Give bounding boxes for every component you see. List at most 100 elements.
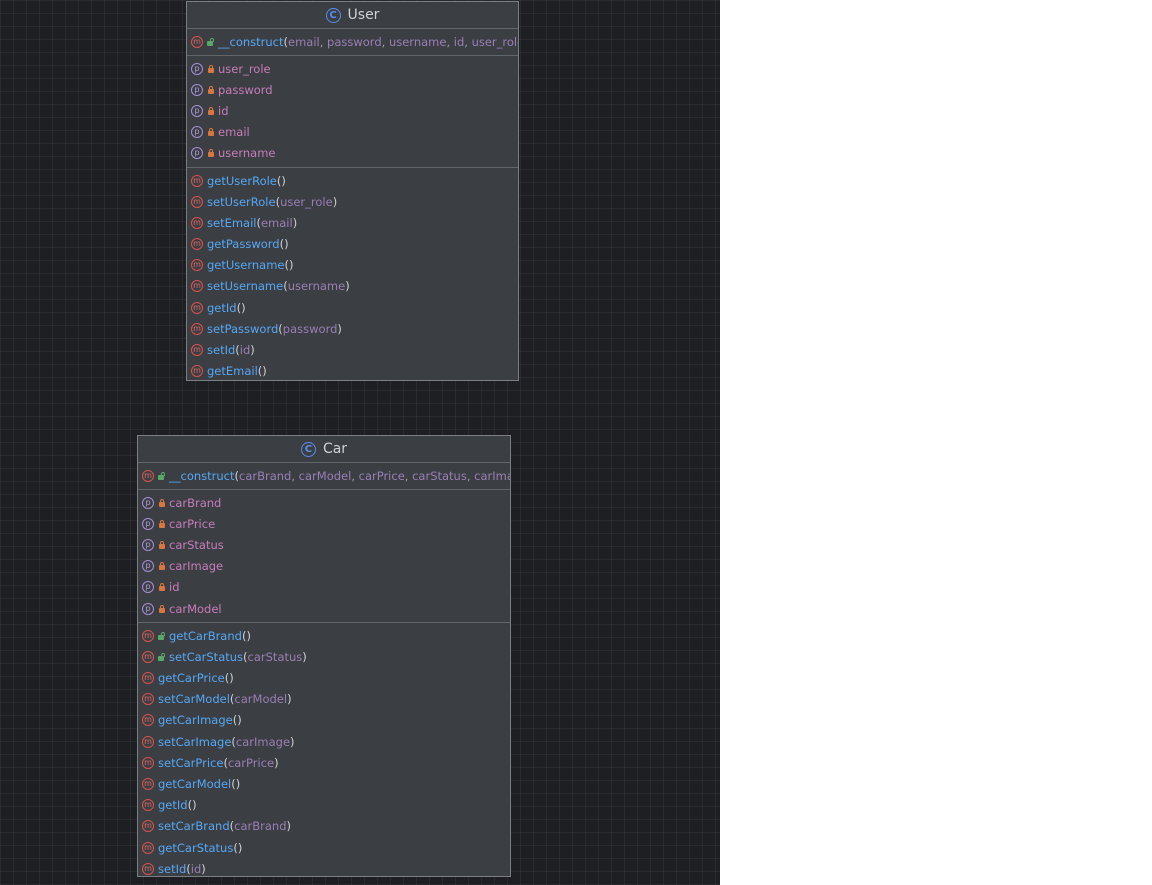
lock-icon bbox=[158, 540, 166, 549]
unlock-icon bbox=[158, 471, 166, 480]
lock-icon bbox=[158, 519, 166, 528]
unlock-icon bbox=[207, 37, 215, 46]
parameter-list: (carBrand) bbox=[229, 819, 291, 834]
method-icon: m bbox=[142, 672, 154, 685]
method-name: setEmail bbox=[207, 215, 257, 230]
diagram-canvas[interactable]: C User m __construct (email, password, user… bbox=[0, 0, 720, 885]
class-header[interactable]: C User bbox=[187, 2, 518, 29]
parameter: carBrand bbox=[239, 468, 292, 483]
parameter-list: (email) bbox=[256, 215, 298, 230]
method-row[interactable]: m getCarPrice () bbox=[138, 668, 510, 689]
parameter-list: () bbox=[257, 364, 267, 379]
method-row[interactable]: m setUserRole (user_role) bbox=[187, 191, 518, 212]
lock-icon bbox=[207, 85, 215, 94]
method-row[interactable]: m setCarImage (carImage) bbox=[138, 731, 510, 752]
parameter-list: () bbox=[241, 628, 251, 643]
method-name: setCarStatus bbox=[169, 649, 244, 664]
class-car[interactable]: C Car m __construct (carBrand, carModel, ca… bbox=[137, 435, 511, 877]
method-row[interactable]: m setId (id) bbox=[187, 339, 518, 360]
method-icon: m bbox=[142, 799, 154, 812]
method-row[interactable]: m getCarStatus () bbox=[138, 837, 510, 858]
method-name: __construct bbox=[218, 34, 284, 49]
property-name: carModel bbox=[169, 601, 222, 616]
method-row[interactable]: m setCarStatus (carStatus) bbox=[138, 646, 510, 667]
parameter: email bbox=[260, 215, 293, 230]
parameter-list: (username) bbox=[283, 279, 350, 294]
property-row[interactable]: p username bbox=[187, 143, 518, 164]
method-name: getCarBrand bbox=[169, 628, 242, 643]
method-icon: m bbox=[142, 629, 154, 642]
method-row[interactable]: m getUsername () bbox=[187, 255, 518, 276]
parameter: carImage bbox=[474, 468, 510, 483]
property-icon: p bbox=[191, 104, 203, 117]
method-row[interactable]: m getUserRole () bbox=[187, 170, 518, 191]
parameter-list: (carPrice) bbox=[223, 755, 279, 770]
property-row[interactable]: p id bbox=[187, 100, 518, 121]
method-row[interactable]: m setCarBrand (carBrand) bbox=[138, 816, 510, 837]
method-row[interactable]: m getId () bbox=[187, 297, 518, 318]
property-row[interactable]: p email bbox=[187, 122, 518, 143]
parameter-list: (password) bbox=[278, 321, 342, 336]
parameter: carStatus bbox=[412, 468, 467, 483]
property-row[interactable]: p password bbox=[187, 79, 518, 100]
class-user[interactable]: C User m __construct (email, password, user… bbox=[186, 1, 519, 381]
method-icon: m bbox=[142, 756, 154, 769]
method-row[interactable]: m setEmail (email) bbox=[187, 212, 518, 233]
unlock-icon bbox=[158, 631, 166, 640]
method-name: __construct bbox=[169, 468, 235, 483]
property-row[interactable]: p id bbox=[138, 577, 510, 598]
method-name: setCarBrand bbox=[158, 819, 230, 834]
property-name: email bbox=[218, 125, 250, 140]
property-name: password bbox=[218, 82, 273, 97]
method-icon: m bbox=[191, 322, 203, 335]
parameter-list: (id) bbox=[235, 343, 255, 358]
parameter: user_role bbox=[280, 194, 333, 209]
parameter: username bbox=[388, 34, 447, 49]
constructor-section: m __construct (email, password, username,… bbox=[187, 29, 518, 56]
parameter: carBrand bbox=[234, 819, 287, 834]
method-row[interactable]: m getCarBrand () bbox=[138, 625, 510, 646]
method-name: setCarModel bbox=[158, 692, 230, 707]
method-row[interactable]: m getEmail () bbox=[187, 361, 518, 380]
parameter: id bbox=[190, 861, 202, 876]
property-row[interactable]: p carModel bbox=[138, 598, 510, 619]
method-name: setCarPrice bbox=[158, 755, 224, 770]
method-name: getEmail bbox=[207, 364, 258, 379]
parameter-list: (carStatus) bbox=[243, 649, 307, 664]
constructor-row[interactable]: m __construct (carBrand, carModel, carPri… bbox=[138, 465, 510, 486]
class-header[interactable]: C Car bbox=[138, 436, 510, 463]
property-row[interactable]: p carBrand bbox=[138, 492, 510, 513]
method-row[interactable]: m getId () bbox=[138, 795, 510, 816]
method-row[interactable]: m setPassword (password) bbox=[187, 318, 518, 339]
parameter-list: () bbox=[187, 798, 197, 813]
method-icon: m bbox=[142, 820, 154, 833]
method-icon: m bbox=[191, 280, 203, 293]
method-icon: m bbox=[142, 735, 154, 748]
method-icon: m bbox=[142, 714, 154, 727]
method-row[interactable]: m setCarModel (carModel) bbox=[138, 689, 510, 710]
parameter-list: () bbox=[231, 777, 241, 792]
constructor-section: m __construct (carBrand, carModel, carPri… bbox=[138, 463, 510, 490]
lock-icon bbox=[207, 106, 215, 115]
method-row[interactable]: m getCarImage () bbox=[138, 710, 510, 731]
property-row[interactable]: p carStatus bbox=[138, 534, 510, 555]
property-row[interactable]: p carImage bbox=[138, 556, 510, 577]
method-row[interactable]: m setCarPrice (carPrice) bbox=[138, 752, 510, 773]
method-row[interactable]: m getCarModel () bbox=[138, 773, 510, 794]
method-icon: m bbox=[191, 301, 203, 314]
constructor-row[interactable]: m __construct (email, password, username,… bbox=[187, 31, 518, 52]
lock-icon bbox=[158, 583, 166, 592]
parameter: id bbox=[453, 34, 465, 49]
property-name: user_role bbox=[218, 61, 271, 76]
parameter: email bbox=[288, 34, 320, 49]
parameter-list: (id) bbox=[186, 861, 206, 876]
method-row[interactable]: m setUsername (username) bbox=[187, 276, 518, 297]
property-row[interactable]: p carPrice bbox=[138, 513, 510, 534]
method-name: setId bbox=[207, 343, 236, 358]
method-name: getCarImage bbox=[158, 713, 233, 728]
method-row[interactable]: m getPassword () bbox=[187, 234, 518, 255]
parameter-list: () bbox=[233, 840, 243, 855]
method-row[interactable]: m setId (id) bbox=[138, 858, 510, 876]
property-row[interactable]: p user_role bbox=[187, 58, 518, 79]
method-name: getId bbox=[207, 300, 237, 315]
